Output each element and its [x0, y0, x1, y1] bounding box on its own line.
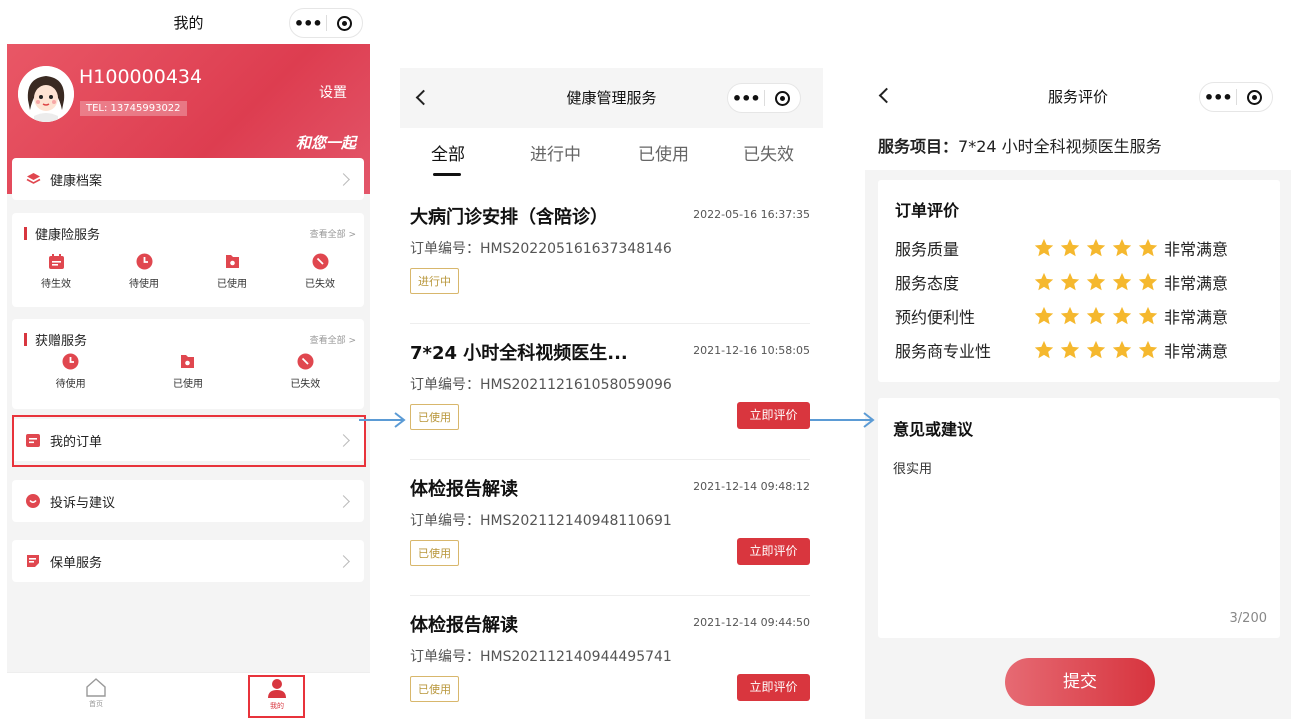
stage: 我的 ••• H100000434 TEL: 13745993022 设置 和您… [0, 0, 1297, 719]
flow-arrows [359, 412, 875, 428]
